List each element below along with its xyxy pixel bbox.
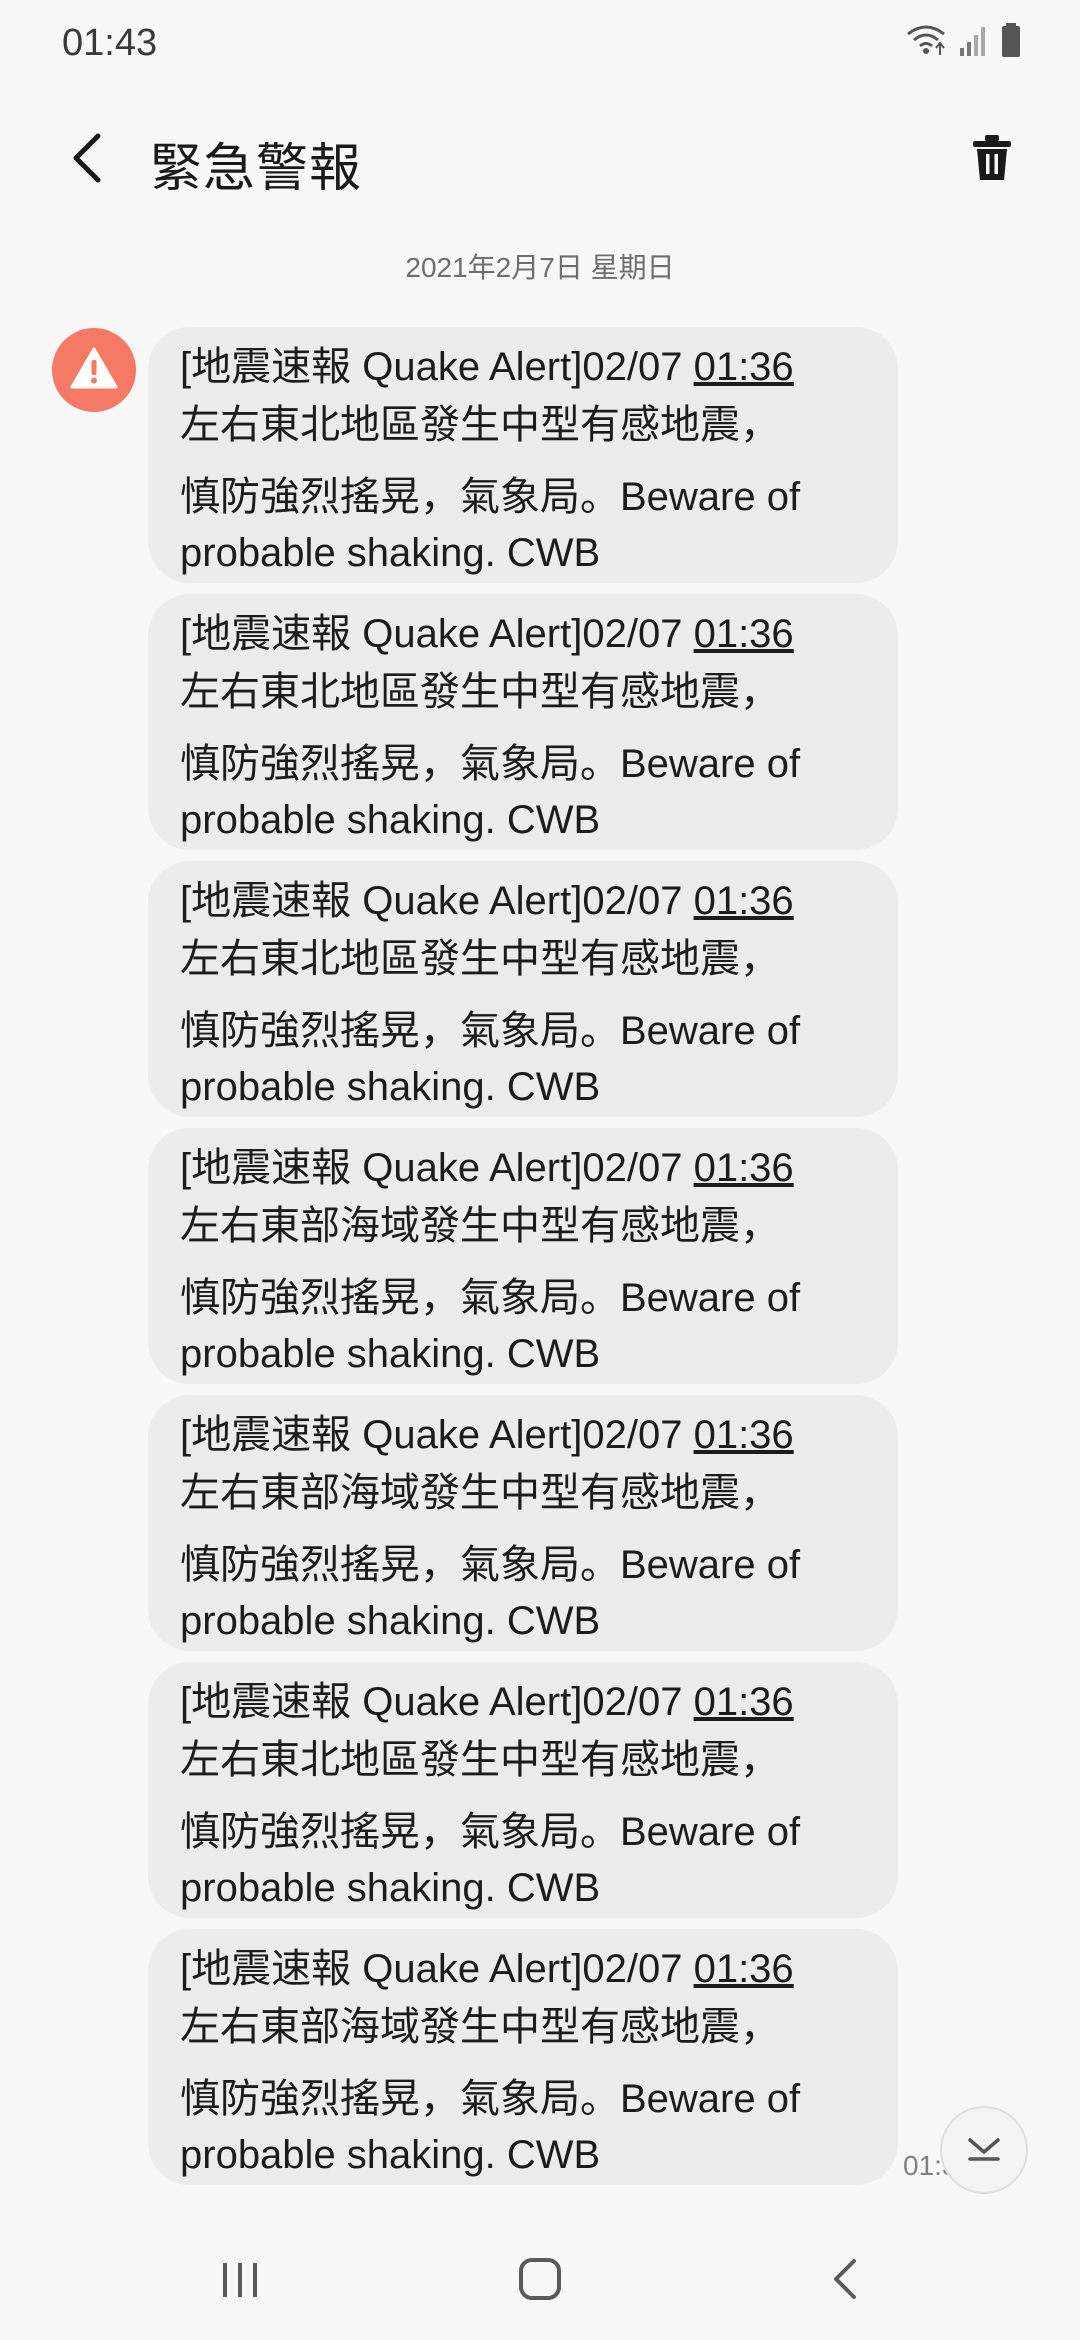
message-line: 左右東部海域發生中型有感地震， [180, 1471, 780, 1515]
time-link[interactable]: 01:36 [694, 1682, 794, 1722]
nav-back-icon [830, 2257, 860, 2306]
message-prefix: [地震速報 Quake Alert]02/07 [180, 1146, 683, 1190]
time-link[interactable]: 01:36 [694, 614, 794, 654]
message-line: 慎防強烈搖晃，氣象局。Beware of [180, 2077, 801, 2121]
page-title: 緊急警報 [150, 140, 363, 198]
message-bubble[interactable]: [地震速報 Quake Alert]02/07 01:36 左右東北地區發生中型… [148, 861, 898, 1117]
sender-avatar[interactable] [52, 328, 136, 412]
message-line: 左右東部海域發生中型有感地震， [180, 1204, 780, 1248]
nav-back-button[interactable] [805, 2246, 885, 2316]
message-line: 慎防強烈搖晃，氣象局。Beware of [180, 1009, 801, 1053]
status-time: 01:43 [62, 22, 158, 64]
time-link[interactable]: 01:36 [694, 347, 794, 387]
home-icon [517, 2256, 563, 2307]
battery-icon [1000, 22, 1022, 63]
status-icons [904, 22, 1022, 62]
recents-icon [218, 2259, 262, 2304]
wifi-icon [904, 22, 948, 63]
message-prefix: [地震速報 Quake Alert]02/07 [180, 1947, 683, 1991]
message-line: [地震速報 Quake Alert]02/07 01:36 [180, 1945, 866, 1989]
back-arrow-icon [68, 130, 108, 191]
app-bar: 緊急警報 [0, 110, 1080, 210]
message-bubble[interactable]: [地震速報 Quake Alert]02/07 01:36 左右東北地區發生中型… [148, 594, 898, 850]
message-line: probable shaking. CWB [180, 1065, 601, 1109]
message-bubble[interactable]: [地震速報 Quake Alert]02/07 01:36 左右東北地區發生中型… [148, 327, 898, 583]
message-line: 慎防強烈搖晃，氣象局。Beware of [180, 1543, 801, 1587]
message-line: [地震速報 Quake Alert]02/07 01:36 [180, 1411, 866, 1455]
message-line: probable shaking. CWB [180, 798, 601, 842]
message-line: [地震速報 Quake Alert]02/07 01:36 [180, 343, 866, 387]
message-prefix: [地震速報 Quake Alert]02/07 [180, 612, 683, 656]
message-line: 左右東部海域發生中型有感地震， [180, 2005, 780, 2049]
delete-button[interactable] [956, 124, 1028, 196]
chevron-down-icon [964, 2132, 1004, 2169]
scroll-to-bottom-button[interactable] [940, 2106, 1028, 2194]
message-prefix: [地震速報 Quake Alert]02/07 [180, 1680, 683, 1724]
message-bubble[interactable]: [地震速報 Quake Alert]02/07 01:36 左右東部海域發生中型… [148, 1929, 898, 2185]
message-bubble[interactable]: [地震速報 Quake Alert]02/07 01:36 左右東部海域發生中型… [148, 1128, 898, 1384]
time-link[interactable]: 01:36 [694, 1148, 794, 1188]
message-prefix: [地震速報 Quake Alert]02/07 [180, 345, 683, 389]
message-list: [地震速報 Quake Alert]02/07 01:36 左右東北地區發生中型… [148, 327, 898, 2196]
message-line: [地震速報 Quake Alert]02/07 01:36 [180, 1144, 866, 1188]
message-line: probable shaking. CWB [180, 1599, 601, 1643]
home-button[interactable] [500, 2246, 580, 2316]
recents-button[interactable] [200, 2246, 280, 2316]
message-bubble[interactable]: [地震速報 Quake Alert]02/07 01:36 左右東部海域發生中型… [148, 1395, 898, 1651]
message-line: 左右東北地區發生中型有感地震， [180, 1738, 780, 1782]
signal-icon [958, 22, 990, 63]
message-line: probable shaking. CWB [180, 531, 601, 575]
message-line: 慎防強烈搖晃，氣象局。Beware of [180, 1810, 801, 1854]
message-line: 左右東北地區發生中型有感地震， [180, 670, 780, 714]
date-separator: 2021年2月7日 星期日 [405, 252, 675, 283]
message-line: 慎防強烈搖晃，氣象局。Beware of [180, 1276, 801, 1320]
message-line: probable shaking. CWB [180, 1332, 601, 1376]
message-line: 慎防強烈搖晃，氣象局。Beware of [180, 742, 801, 786]
message-prefix: [地震速報 Quake Alert]02/07 [180, 879, 683, 923]
message-prefix: [地震速報 Quake Alert]02/07 [180, 1413, 683, 1457]
time-link[interactable]: 01:36 [694, 1415, 794, 1455]
message-line: [地震速報 Quake Alert]02/07 01:36 [180, 877, 866, 921]
message-line: 左右東北地區發生中型有感地震， [180, 403, 780, 447]
status-bar: 01:43 [0, 0, 1080, 84]
navigation-bar [0, 2220, 1080, 2340]
message-line: probable shaking. CWB [180, 2133, 601, 2177]
time-link[interactable]: 01:36 [694, 881, 794, 921]
message-line: 左右東北地區發生中型有感地震， [180, 937, 780, 981]
message-line: probable shaking. CWB [180, 1866, 601, 1910]
warning-icon [70, 346, 118, 395]
time-link[interactable]: 01:36 [694, 1949, 794, 1989]
trash-icon [971, 134, 1013, 187]
message-line: 慎防強烈搖晃，氣象局。Beware of [180, 475, 801, 519]
message-line: [地震速報 Quake Alert]02/07 01:36 [180, 1678, 866, 1722]
back-button[interactable] [52, 124, 124, 196]
message-bubble[interactable]: [地震速報 Quake Alert]02/07 01:36 左右東北地區發生中型… [148, 1662, 898, 1918]
message-line: [地震速報 Quake Alert]02/07 01:36 [180, 610, 866, 654]
